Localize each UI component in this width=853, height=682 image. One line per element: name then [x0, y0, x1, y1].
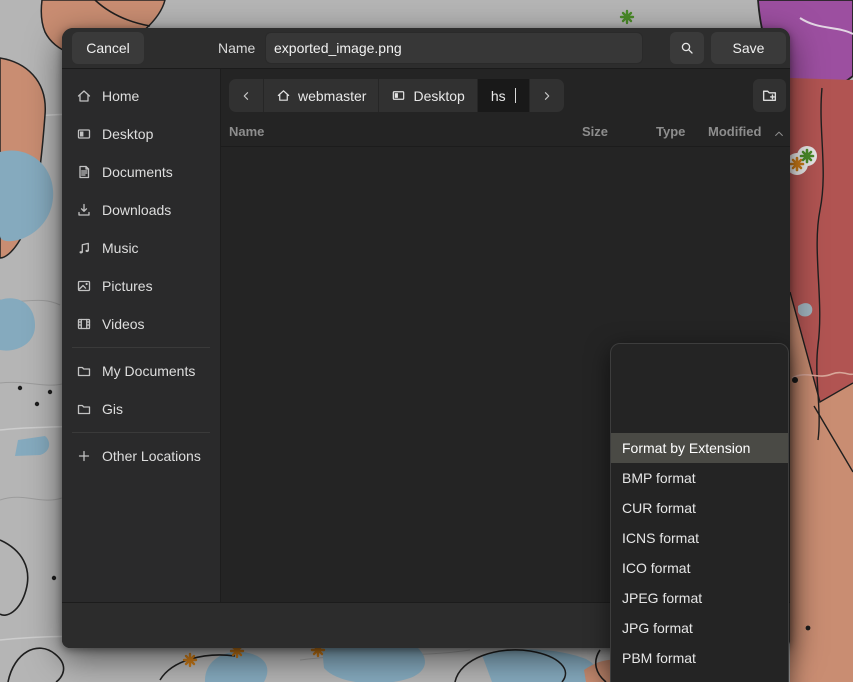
sidebar-item-pictures[interactable]: Pictures [62, 267, 220, 305]
path-segment-desktop[interactable]: Desktop [379, 79, 477, 112]
column-header-name[interactable]: Name [229, 124, 264, 139]
path-forward-button[interactable] [530, 79, 564, 112]
documents-icon [76, 164, 92, 180]
sidebar-item-music[interactable]: Music [62, 229, 220, 267]
path-segment-label: Desktop [413, 88, 464, 104]
home-icon [76, 88, 92, 104]
path-back-button[interactable] [229, 79, 264, 112]
plus-icon [76, 448, 92, 464]
menu-item-icns[interactable]: ICNS format [611, 523, 788, 553]
menu-item-ico[interactable]: ICO format [611, 553, 788, 583]
places-sidebar: Home Desktop Documents Download [62, 69, 221, 602]
sidebar-item-label: Music [102, 240, 139, 256]
name-label: Name [218, 28, 255, 68]
dialog-headerbar: Cancel Name Save [62, 28, 790, 69]
sidebar-item-label: Videos [102, 316, 145, 332]
sidebar-item-label: My Documents [102, 363, 195, 379]
path-segment-label: webmaster [298, 88, 366, 104]
chevron-right-icon [540, 89, 554, 103]
search-icon [679, 40, 695, 56]
sidebar-item-my-documents[interactable]: My Documents [62, 352, 220, 390]
column-header-modified[interactable]: Modified [708, 124, 761, 139]
home-icon [276, 88, 291, 103]
column-header-row: Name Size Type Modified [221, 119, 790, 147]
desktop-icon [76, 126, 92, 142]
pictures-icon [76, 278, 92, 294]
sort-ascending-icon [773, 128, 785, 140]
path-bar: webmaster Desktop hs [229, 79, 564, 112]
sidebar-item-label: Pictures [102, 278, 153, 294]
folder-icon [76, 401, 92, 417]
sidebar-item-desktop[interactable]: Desktop [62, 115, 220, 153]
menu-item-jpeg[interactable]: JPEG format [611, 583, 788, 613]
menu-item-cur[interactable]: CUR format [611, 493, 788, 523]
text-cursor [515, 88, 516, 103]
sidebar-item-label: Documents [102, 164, 173, 180]
screen: Cancel Name Save Home [0, 0, 853, 682]
new-folder-icon [761, 87, 778, 104]
sidebar-item-label: Downloads [102, 202, 171, 218]
sidebar-item-documents[interactable]: Documents [62, 153, 220, 191]
sidebar-item-other-locations[interactable]: Other Locations [62, 437, 220, 475]
menu-item-format-by-extension[interactable]: Format by Extension [611, 433, 788, 463]
sidebar-item-gis[interactable]: Gis [62, 390, 220, 428]
new-folder-button[interactable] [753, 79, 786, 112]
sidebar-item-label: Gis [102, 401, 123, 417]
folder-icon [76, 363, 92, 379]
sidebar-item-home[interactable]: Home [62, 77, 220, 115]
videos-icon [76, 316, 92, 332]
desktop-icon [391, 88, 406, 103]
column-header-size[interactable]: Size [582, 124, 608, 139]
search-button[interactable] [670, 32, 704, 64]
save-button[interactable]: Save [711, 32, 786, 64]
sidebar-item-label: Other Locations [102, 448, 201, 464]
filename-input[interactable] [265, 32, 643, 64]
sidebar-item-label: Home [102, 88, 139, 104]
format-dropdown-menu: Format by Extension BMP format CUR forma… [610, 343, 789, 682]
music-icon [76, 240, 92, 256]
sidebar-item-videos[interactable]: Videos [62, 305, 220, 343]
column-header-type[interactable]: Type [656, 124, 685, 139]
menu-item-pbm[interactable]: PBM format [611, 643, 788, 673]
sidebar-separator [72, 347, 210, 348]
typed-text: hs [491, 88, 506, 104]
cancel-button[interactable]: Cancel [72, 32, 144, 64]
menu-item-jpg[interactable]: JPG format [611, 613, 788, 643]
path-segment-home[interactable]: webmaster [264, 79, 379, 112]
sidebar-item-downloads[interactable]: Downloads [62, 191, 220, 229]
menu-item-bmp[interactable]: BMP format [611, 463, 788, 493]
downloads-icon [76, 202, 92, 218]
menu-item-pcx[interactable]: PCX format [611, 673, 788, 682]
sidebar-separator [72, 432, 210, 433]
chevron-left-icon [239, 89, 253, 103]
sidebar-item-label: Desktop [102, 126, 153, 142]
path-typed-entry[interactable]: hs [478, 79, 530, 112]
